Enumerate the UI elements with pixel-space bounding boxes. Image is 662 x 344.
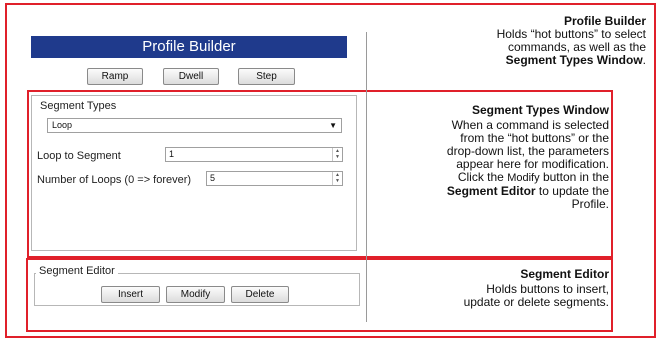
annotation-bold: Segment Types Window: [505, 53, 643, 67]
dwell-button[interactable]: Dwell: [163, 68, 219, 85]
segment-types-annotation: Segment Types Window When a command is s…: [447, 104, 609, 211]
spin-arrows-icon[interactable]: ▲ ▼: [332, 148, 342, 161]
number-of-loops-label: Number of Loops (0 => forever): [37, 174, 192, 186]
delete-button[interactable]: Delete: [231, 286, 289, 303]
segment-editor-label: Segment Editor: [36, 265, 118, 277]
dropdown-arrow-icon[interactable]: ▼: [329, 119, 337, 132]
annotation-line: Profile.: [571, 197, 609, 211]
segment-types-label: Segment Types: [40, 100, 117, 112]
loop-to-segment-input[interactable]: 1 ▲ ▼: [165, 147, 343, 162]
loop-to-segment-label: Loop to Segment: [37, 150, 121, 162]
annotation-line: Click the: [457, 170, 508, 184]
annotation-line: update or delete segments.: [463, 295, 609, 309]
number-of-loops-input[interactable]: 5 ▲ ▼: [206, 171, 343, 186]
divider: [366, 32, 367, 322]
segment-type-value: Loop: [52, 120, 73, 130]
profile-builder-annotation: Profile Builder Holds “hot buttons” to s…: [497, 15, 646, 67]
annotation-title: Segment Types Window: [471, 103, 609, 117]
ramp-button[interactable]: Ramp: [87, 68, 143, 85]
number-of-loops-value: 5: [210, 173, 216, 183]
annotation-line: .: [642, 53, 646, 67]
insert-button[interactable]: Insert: [101, 286, 160, 303]
annotation-line: to update the: [535, 184, 609, 198]
annotation-line: button in the: [539, 170, 609, 184]
annotation-title: Segment Editor: [520, 267, 609, 281]
segment-editor-annotation: Segment Editor Holds buttons to insert, …: [464, 268, 609, 309]
modify-button[interactable]: Modify: [166, 286, 225, 303]
loop-to-segment-value: 1: [169, 149, 175, 159]
annotation-bold: Segment Editor: [446, 184, 536, 198]
profile-builder-title: Profile Builder: [31, 36, 347, 58]
spin-arrows-icon[interactable]: ▲ ▼: [332, 172, 342, 185]
segment-type-select[interactable]: Loop ▼: [47, 118, 342, 133]
step-button[interactable]: Step: [238, 68, 295, 85]
annotation-modify: Modify: [507, 172, 540, 184]
